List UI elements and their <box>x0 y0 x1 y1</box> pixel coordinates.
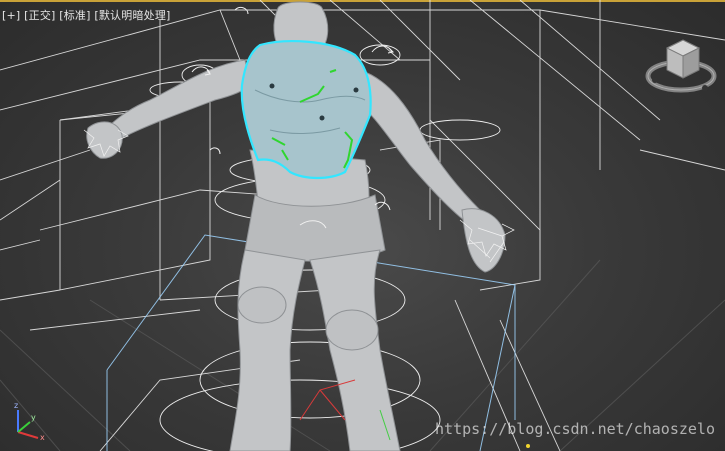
viewport-menu-lighting[interactable]: [默认明暗处理] <box>94 9 170 22</box>
bracket-close: ] <box>51 9 56 22</box>
watermark-text: https://blog.csdn.net/chaoszelo <box>435 420 715 438</box>
lighting-label: 默认明暗处理 <box>98 9 167 22</box>
viewcube-icon[interactable] <box>643 30 719 100</box>
projection-label: 正交 <box>28 9 52 22</box>
selected-chest-armor[interactable] <box>240 40 372 180</box>
bracket-close: ] <box>86 9 91 22</box>
axis-y-label: y <box>31 413 36 422</box>
axis-z-label: z <box>14 401 18 410</box>
plus-label: + <box>6 9 16 22</box>
axis-tripod-icon: z x y <box>14 401 45 442</box>
bracket-close: ] <box>15 9 21 22</box>
bracket-close: ] <box>166 9 171 22</box>
viewport-menu-projection[interactable]: [正交] <box>24 9 55 22</box>
viewport-label-menu: [+] [正交] [标准] [默认明暗处理] <box>2 7 171 23</box>
viewport-menu-plus[interactable]: [+] <box>2 9 20 22</box>
perspective-viewport[interactable]: [+] [正交] [标准] [默认明暗处理] z x y https://blo… <box>0 0 725 451</box>
axis-x-label: x <box>40 433 45 442</box>
shading-label: 标准 <box>63 9 87 22</box>
scene-canvas[interactable] <box>0 0 725 451</box>
selection-bounding-box <box>106 234 516 451</box>
viewport-menu-shading[interactable]: [标准] <box>59 9 90 22</box>
